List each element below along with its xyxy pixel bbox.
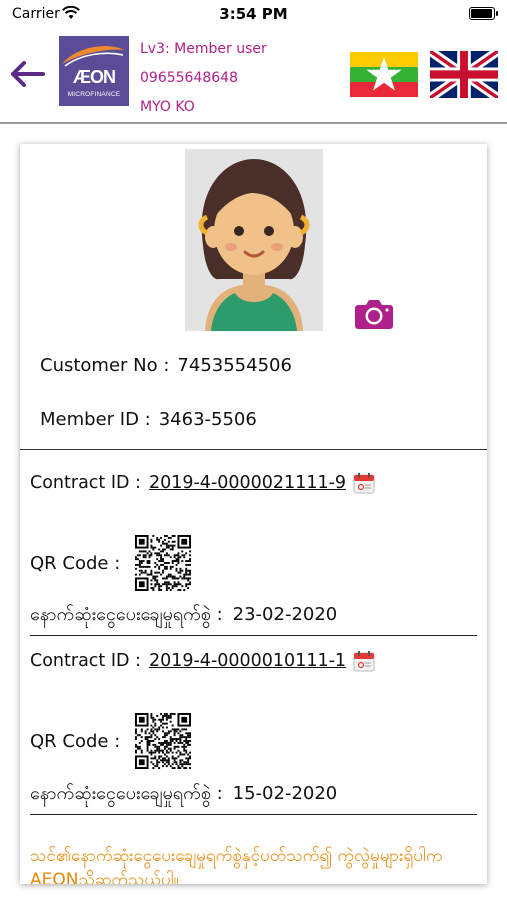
myanmar-flag-icon[interactable]: [350, 52, 418, 97]
qr-code-label: QR Code :: [30, 553, 121, 574]
camera-icon[interactable]: [354, 295, 394, 331]
back-arrow-icon: [11, 61, 45, 87]
user-info: Lv3: Member user 09655648648 MYO KO: [140, 35, 267, 122]
back-button[interactable]: [8, 56, 48, 92]
last-payment-row: နောက်ဆုံးငွေပေးချေမှုရက်စွဲ : 23-02-2020: [30, 602, 477, 636]
logo-brand: ÆON: [73, 67, 116, 87]
payment-notice: သင်၏နောက်ဆုံးငွေပေးချေမှုရက်စွဲနှင့်ပတ်သ…: [30, 846, 443, 884]
qr-code-icon[interactable]: [135, 713, 191, 769]
battery-icon: [469, 7, 498, 20]
member-id-value: 3463-5506: [158, 409, 257, 430]
contract-row: Contract ID : 2019-4-0000021111-9: [30, 471, 376, 495]
status-bar: Carrier 3:54 PM: [0, 0, 507, 28]
logo-subtitle: MICROFINANCE: [67, 91, 121, 98]
contract-id-link[interactable]: 2019-4-0000021111-9: [149, 473, 346, 493]
calendar-icon[interactable]: [352, 649, 376, 673]
last-payment-row: နောက်ဆုံးငွေပေးချေမှုရက်စွဲ : 15-02-2020: [30, 781, 477, 815]
uk-flag-icon[interactable]: [430, 51, 498, 98]
member-id-row: Member ID : 3463-5506: [40, 409, 257, 430]
aeon-logo: ÆON MICROFINANCE: [59, 36, 129, 106]
contract-label: Contract ID :: [30, 651, 141, 671]
battery-fill: [471, 9, 492, 18]
avatar: [185, 149, 323, 331]
contract-row: Contract ID : 2019-4-0000010111-1: [30, 649, 376, 673]
clock: 3:54 PM: [219, 5, 288, 23]
user-phone: 09655648648: [140, 70, 238, 86]
contract-id-link[interactable]: 2019-4-0000010111-1: [149, 651, 346, 671]
calendar-icon[interactable]: [352, 471, 376, 495]
customer-no-label: Customer No :: [40, 355, 170, 376]
user-level: Lv3: Member user: [140, 41, 267, 57]
section-divider: [20, 449, 487, 450]
member-card: Customer No : 7453554506 Member ID : 3463-…: [20, 144, 487, 884]
app-header: ÆON MICROFINANCE Lv3: Member user 096556…: [0, 28, 507, 124]
profile-photo: [185, 149, 323, 331]
qr-code-label: QR Code :: [30, 731, 121, 752]
member-id-label: Member ID :: [40, 409, 151, 430]
last-payment-label: နောက်ဆုံးငွေပေးချေမှုရက်စွဲ :: [30, 783, 223, 804]
customer-no-value: 7453554506: [177, 355, 292, 376]
qr-code-icon[interactable]: [135, 535, 191, 591]
contract-label: Contract ID :: [30, 473, 141, 493]
user-name: MYO KO: [140, 99, 195, 115]
last-payment-label: နောက်ဆုံးငွေပေးချေမှုရက်စွဲ :: [30, 604, 223, 625]
last-payment-date: 23-02-2020: [232, 604, 338, 625]
customer-no-row: Customer No : 7453554506: [40, 355, 292, 376]
last-payment-date: 15-02-2020: [232, 783, 338, 804]
